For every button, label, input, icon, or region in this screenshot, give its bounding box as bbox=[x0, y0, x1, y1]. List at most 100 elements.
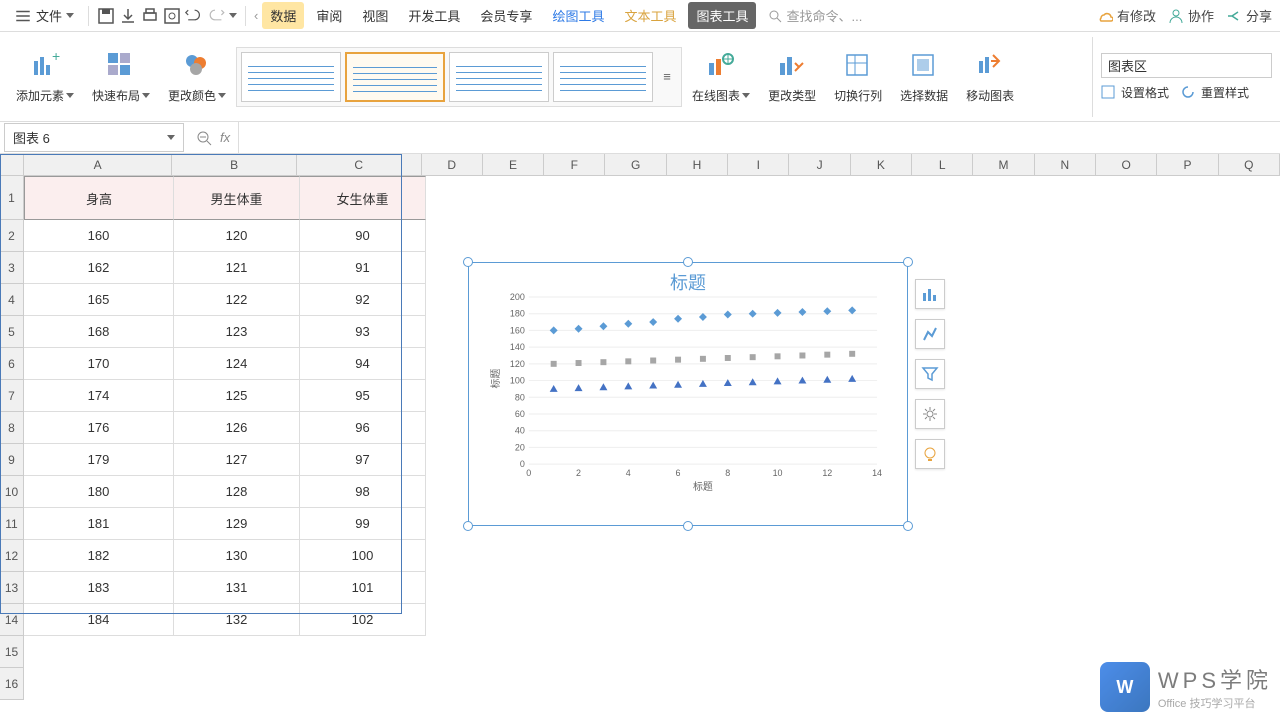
chart-style-4[interactable] bbox=[553, 52, 653, 102]
row-header-1[interactable]: 1 bbox=[0, 176, 23, 220]
row-header-13[interactable]: 13 bbox=[0, 572, 23, 604]
cell[interactable]: 124 bbox=[174, 348, 300, 380]
tab-review[interactable]: 审阅 bbox=[308, 2, 350, 29]
cell[interactable]: 99 bbox=[300, 508, 426, 540]
col-header-B[interactable]: B bbox=[172, 154, 297, 175]
resize-handle-tl[interactable] bbox=[463, 257, 473, 267]
chart-element-select[interactable]: 图表区 bbox=[1101, 53, 1272, 78]
cell[interactable]: 160 bbox=[24, 220, 174, 252]
col-header-L[interactable]: L bbox=[912, 154, 973, 175]
col-header-F[interactable]: F bbox=[544, 154, 605, 175]
row-header-2[interactable]: 2 bbox=[0, 220, 23, 252]
resize-handle-tm[interactable] bbox=[683, 257, 693, 267]
chart-idea-icon[interactable] bbox=[915, 439, 945, 469]
col-header-P[interactable]: P bbox=[1157, 154, 1218, 175]
cell[interactable]: 129 bbox=[174, 508, 300, 540]
tab-drawtool[interactable]: 绘图工具 bbox=[544, 2, 612, 29]
online-chart-button[interactable]: 在线图表 bbox=[684, 37, 758, 117]
chart-style-2[interactable] bbox=[345, 52, 445, 102]
row-header-8[interactable]: 8 bbox=[0, 412, 23, 444]
cell[interactable]: 94 bbox=[300, 348, 426, 380]
col-header-D[interactable]: D bbox=[422, 154, 483, 175]
cell[interactable]: 183 bbox=[24, 572, 174, 604]
select-all-corner[interactable] bbox=[0, 154, 24, 176]
col-header-A[interactable]: A bbox=[24, 154, 172, 175]
tab-view[interactable]: 视图 bbox=[354, 2, 396, 29]
row-header-9[interactable]: 9 bbox=[0, 444, 23, 476]
share-button[interactable]: 分享 bbox=[1226, 6, 1272, 25]
cell[interactable]: 162 bbox=[24, 252, 174, 284]
cell[interactable]: 100 bbox=[300, 540, 426, 572]
col-header-G[interactable]: G bbox=[605, 154, 666, 175]
cell[interactable]: 174 bbox=[24, 380, 174, 412]
col-header-H[interactable]: H bbox=[667, 154, 728, 175]
cell[interactable]: 93 bbox=[300, 316, 426, 348]
cell[interactable]: 92 bbox=[300, 284, 426, 316]
chart-style-icon[interactable] bbox=[915, 319, 945, 349]
row-header-4[interactable]: 4 bbox=[0, 284, 23, 316]
spreadsheet-grid[interactable]: ABCDEFGHIJKLMNOPQ 1234567891011121314151… bbox=[0, 154, 1280, 720]
gallery-more-icon[interactable]: ≡ bbox=[657, 52, 677, 102]
cell[interactable]: 95 bbox=[300, 380, 426, 412]
qat-dropdown-icon[interactable] bbox=[229, 13, 237, 18]
row-header-3[interactable]: 3 bbox=[0, 252, 23, 284]
col-header-Q[interactable]: Q bbox=[1219, 154, 1280, 175]
resize-handle-tr[interactable] bbox=[903, 257, 913, 267]
row-header-12[interactable]: 12 bbox=[0, 540, 23, 572]
cell[interactable]: 180 bbox=[24, 476, 174, 508]
cell[interactable]: 132 bbox=[174, 604, 300, 636]
cell[interactable]: 97 bbox=[300, 444, 426, 476]
row-header-14[interactable]: 14 bbox=[0, 604, 23, 636]
tab-data[interactable]: 数据 bbox=[262, 2, 304, 29]
move-chart-button[interactable]: 移动图表 bbox=[958, 37, 1022, 117]
col-header-N[interactable]: N bbox=[1035, 154, 1096, 175]
cell[interactable]: 125 bbox=[174, 380, 300, 412]
cell[interactable]: 126 bbox=[174, 412, 300, 444]
name-box[interactable]: 图表 6 bbox=[4, 123, 184, 152]
resize-handle-br[interactable] bbox=[903, 521, 913, 531]
cell[interactable]: 身高 bbox=[24, 176, 174, 220]
cell[interactable]: 130 bbox=[174, 540, 300, 572]
embedded-chart[interactable]: 标题 0204060801001201401601802000246810121… bbox=[468, 262, 908, 526]
cell[interactable]: 170 bbox=[24, 348, 174, 380]
cell[interactable]: 176 bbox=[24, 412, 174, 444]
chart-style-3[interactable] bbox=[449, 52, 549, 102]
cell[interactable]: 128 bbox=[174, 476, 300, 508]
col-header-K[interactable]: K bbox=[851, 154, 912, 175]
switch-rowcol-button[interactable]: 切换行列 bbox=[826, 37, 890, 117]
col-header-O[interactable]: O bbox=[1096, 154, 1157, 175]
col-header-E[interactable]: E bbox=[483, 154, 544, 175]
col-header-C[interactable]: C bbox=[297, 154, 422, 175]
change-type-button[interactable]: 更改类型 bbox=[760, 37, 824, 117]
col-header-M[interactable]: M bbox=[973, 154, 1034, 175]
row-header-5[interactable]: 5 bbox=[0, 316, 23, 348]
resize-handle-bm[interactable] bbox=[683, 521, 693, 531]
quick-layout-button[interactable]: 快速布局 bbox=[84, 37, 158, 117]
cell[interactable]: 101 bbox=[300, 572, 426, 604]
col-header-I[interactable]: I bbox=[728, 154, 789, 175]
cell[interactable]: 122 bbox=[174, 284, 300, 316]
modified-indicator[interactable]: 有修改 bbox=[1097, 6, 1156, 25]
col-header-J[interactable]: J bbox=[789, 154, 850, 175]
tab-charttool[interactable]: 图表工具 bbox=[688, 2, 756, 29]
formula-input[interactable] bbox=[238, 122, 1280, 153]
cell[interactable]: 168 bbox=[24, 316, 174, 348]
cell[interactable]: 98 bbox=[300, 476, 426, 508]
cell[interactable]: 120 bbox=[174, 220, 300, 252]
cell[interactable]: 182 bbox=[24, 540, 174, 572]
print-icon[interactable] bbox=[141, 7, 159, 25]
preview-icon[interactable] bbox=[163, 7, 181, 25]
tab-devtools[interactable]: 开发工具 bbox=[400, 2, 468, 29]
cell[interactable]: 121 bbox=[174, 252, 300, 284]
cell[interactable]: 127 bbox=[174, 444, 300, 476]
row-header-6[interactable]: 6 bbox=[0, 348, 23, 380]
set-format-button[interactable]: 设置格式 bbox=[1101, 84, 1169, 101]
select-data-button[interactable]: 选择数据 bbox=[892, 37, 956, 117]
cell[interactable]: 181 bbox=[24, 508, 174, 540]
tab-texttool[interactable]: 文本工具 bbox=[616, 2, 684, 29]
row-header-11[interactable]: 11 bbox=[0, 508, 23, 540]
save-icon[interactable] bbox=[97, 7, 115, 25]
reset-style-button[interactable]: 重置样式 bbox=[1181, 84, 1249, 101]
resize-handle-bl[interactable] bbox=[463, 521, 473, 531]
cell[interactable]: 90 bbox=[300, 220, 426, 252]
